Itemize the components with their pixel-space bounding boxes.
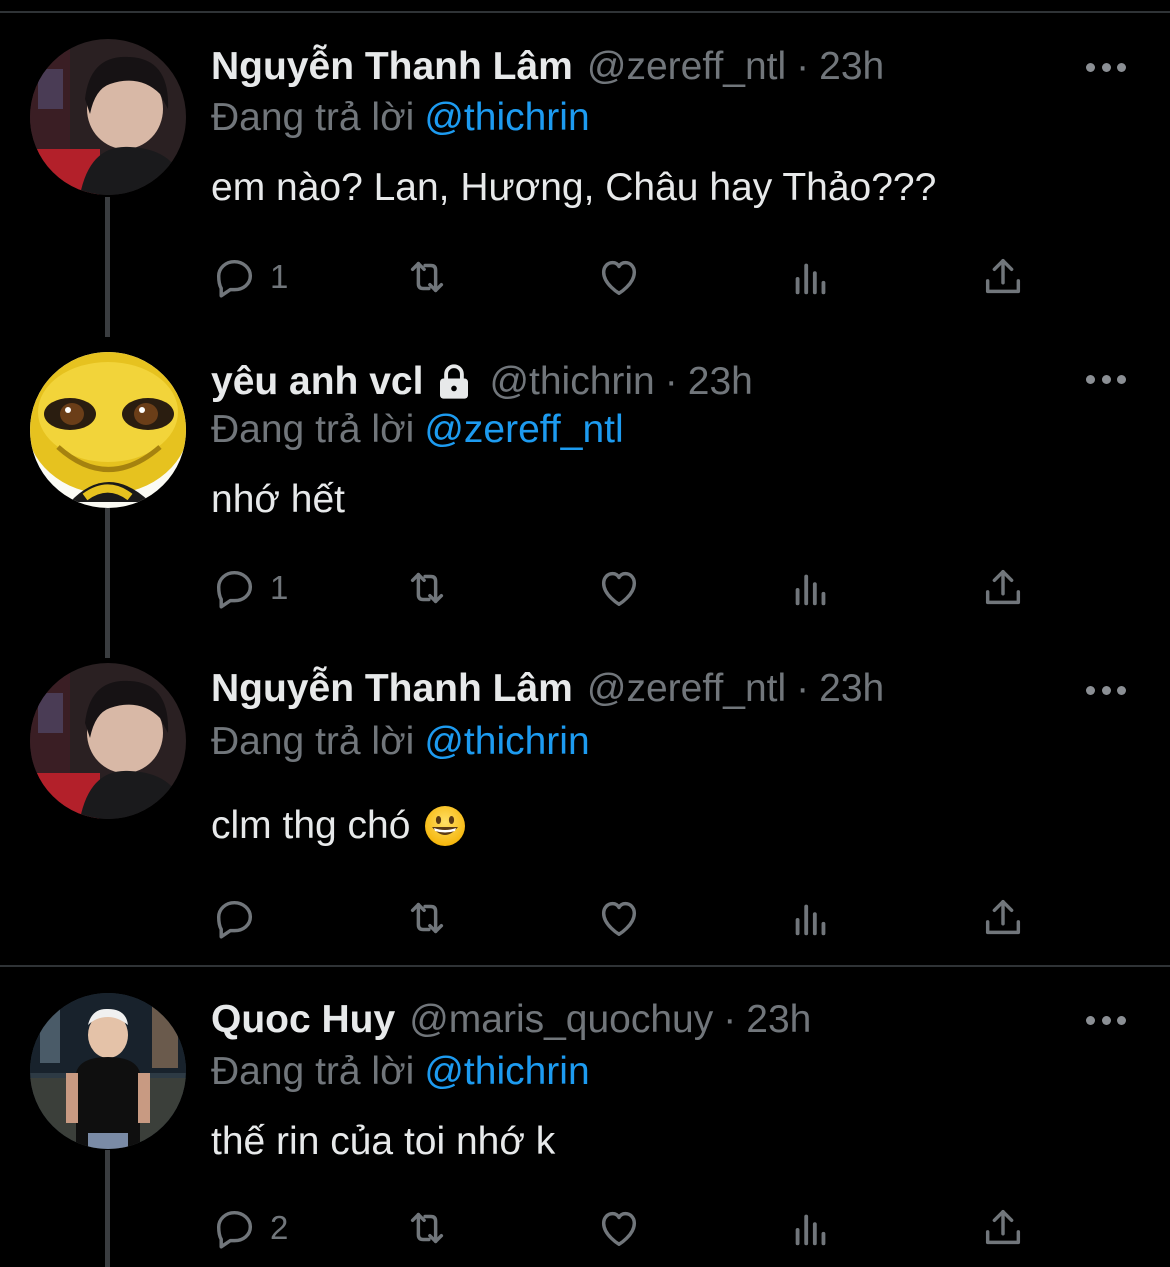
stats-icon — [795, 574, 826, 606]
retweet-icon — [410, 572, 444, 604]
avatar[interactable] — [30, 993, 186, 1149]
user-handle[interactable]: @thichrin — [489, 360, 654, 404]
timestamp[interactable]: 23h — [688, 360, 753, 404]
like-button[interactable] — [596, 893, 642, 943]
tweet-body: em nào? Lan, Hương, Châu hay Thảo??? — [211, 166, 937, 209]
tweet-header: Nguyễn Thanh Lâm @zereff_ntl · 23h — [211, 664, 884, 714]
display-name[interactable]: yêu anh vcl — [211, 360, 423, 404]
heart-icon — [601, 571, 637, 607]
retweet-icon — [410, 902, 444, 934]
more-options-icon[interactable] — [1086, 373, 1126, 385]
share-button[interactable] — [980, 252, 1026, 302]
action-bar: 1 — [0, 563, 1170, 613]
avatar[interactable] — [30, 352, 186, 508]
separator: · — [664, 360, 678, 403]
more-options-icon[interactable] — [1086, 1014, 1126, 1026]
reply-count: 2 — [270, 1209, 289, 1246]
avatar[interactable] — [30, 39, 186, 195]
user-handle[interactable]: @zereff_ntl — [587, 667, 786, 711]
stats-button[interactable] — [788, 252, 834, 302]
tweet-text: thế rin của toi nhớ k — [211, 1120, 555, 1164]
timestamp[interactable]: 23h — [819, 667, 884, 711]
share-button[interactable] — [980, 1203, 1026, 1253]
stats-icon — [795, 263, 826, 295]
display-name[interactable]: Nguyễn Thanh Lâm — [211, 667, 573, 711]
stats-button[interactable] — [788, 893, 834, 943]
top-divider — [0, 11, 1170, 13]
tweet-text: nhớ hết — [211, 478, 345, 522]
tweet-body: nhớ hết — [211, 478, 346, 521]
tweet-body: thế rin của toi nhớ k — [211, 1120, 556, 1163]
tweet-divider — [0, 965, 1170, 967]
tweet-text: clm thg chó — [211, 804, 466, 848]
like-button[interactable] — [596, 563, 642, 613]
retweet-button[interactable] — [404, 1203, 450, 1253]
replying-label: Đang trả lời — [211, 408, 415, 451]
mention-link[interactable]: @thichrin — [424, 96, 589, 139]
replying-label: Đang trả lời — [211, 96, 415, 139]
display-name[interactable]: Quoc Huy — [211, 998, 395, 1042]
share-button[interactable] — [980, 893, 1026, 943]
stats-icon — [795, 1214, 826, 1246]
replying-label: Đang trả lời — [211, 720, 415, 763]
heart-icon — [601, 1211, 637, 1247]
share-icon — [985, 1209, 1021, 1245]
reply-button[interactable]: 1 — [212, 252, 288, 302]
display-name[interactable]: Nguyễn Thanh Lâm — [211, 45, 573, 89]
reply-button[interactable] — [212, 893, 270, 943]
mention-link[interactable]: @zereff_ntl — [424, 408, 623, 451]
separator: · — [796, 667, 810, 710]
action-bar: 2 — [0, 1203, 1170, 1253]
retweet-icon — [410, 1212, 444, 1244]
tweet-body: clm thg chó — [211, 804, 411, 847]
lock-icon — [433, 361, 475, 403]
more-options-icon[interactable] — [1086, 61, 1126, 73]
reply-icon — [216, 900, 253, 939]
user-handle[interactable]: @zereff_ntl — [587, 45, 786, 89]
reply-count: 1 — [270, 569, 289, 606]
timestamp[interactable]: 23h — [819, 45, 884, 89]
share-icon — [985, 899, 1021, 935]
separator: · — [796, 45, 810, 88]
separator: · — [723, 998, 737, 1041]
like-button[interactable] — [596, 1203, 642, 1253]
tweet-header: Nguyễn Thanh Lâm @zereff_ntl · 23h — [211, 42, 884, 92]
tweet-text: em nào? Lan, Hương, Châu hay Thảo??? — [211, 166, 936, 210]
stats-button[interactable] — [788, 563, 834, 613]
retweet-icon — [410, 261, 444, 293]
stats-icon — [795, 904, 826, 936]
reply-icon — [216, 259, 253, 298]
action-bar: 1 — [0, 252, 1170, 302]
replying-label: Đang trả lời — [211, 1050, 415, 1093]
reply-icon — [216, 570, 253, 609]
mention-link[interactable]: @thichrin — [424, 1050, 589, 1093]
replying-to: Đang trả lời @thichrin — [211, 720, 590, 764]
replying-to: Đang trả lời @thichrin — [211, 96, 590, 140]
tweet-header: yêu anh vcl @thichrin · 23h — [211, 357, 753, 407]
timestamp[interactable]: 23h — [746, 998, 811, 1042]
stats-button[interactable] — [788, 1203, 834, 1253]
replying-to: Đang trả lời @thichrin — [211, 1050, 590, 1094]
retweet-button[interactable] — [404, 252, 450, 302]
tweet-header: Quoc Huy @maris_quochuy · 23h — [211, 995, 811, 1045]
reply-icon — [216, 1210, 253, 1249]
reply-count: 1 — [270, 258, 289, 295]
grinning-face-emoji — [424, 805, 466, 847]
action-bar — [0, 893, 1170, 943]
share-icon — [985, 258, 1021, 294]
avatar[interactable] — [30, 663, 186, 819]
share-button[interactable] — [980, 563, 1026, 613]
reply-button[interactable]: 2 — [212, 1203, 288, 1253]
like-button[interactable] — [596, 252, 642, 302]
user-handle[interactable]: @maris_quochuy — [409, 998, 713, 1042]
heart-icon — [601, 901, 637, 937]
mention-link[interactable]: @thichrin — [424, 720, 589, 763]
heart-icon — [601, 260, 637, 296]
replying-to: Đang trả lời @zereff_ntl — [211, 408, 624, 452]
retweet-button[interactable] — [404, 563, 450, 613]
retweet-button[interactable] — [404, 893, 450, 943]
more-options-icon[interactable] — [1086, 684, 1126, 696]
reply-button[interactable]: 1 — [212, 563, 288, 613]
share-icon — [985, 569, 1021, 605]
